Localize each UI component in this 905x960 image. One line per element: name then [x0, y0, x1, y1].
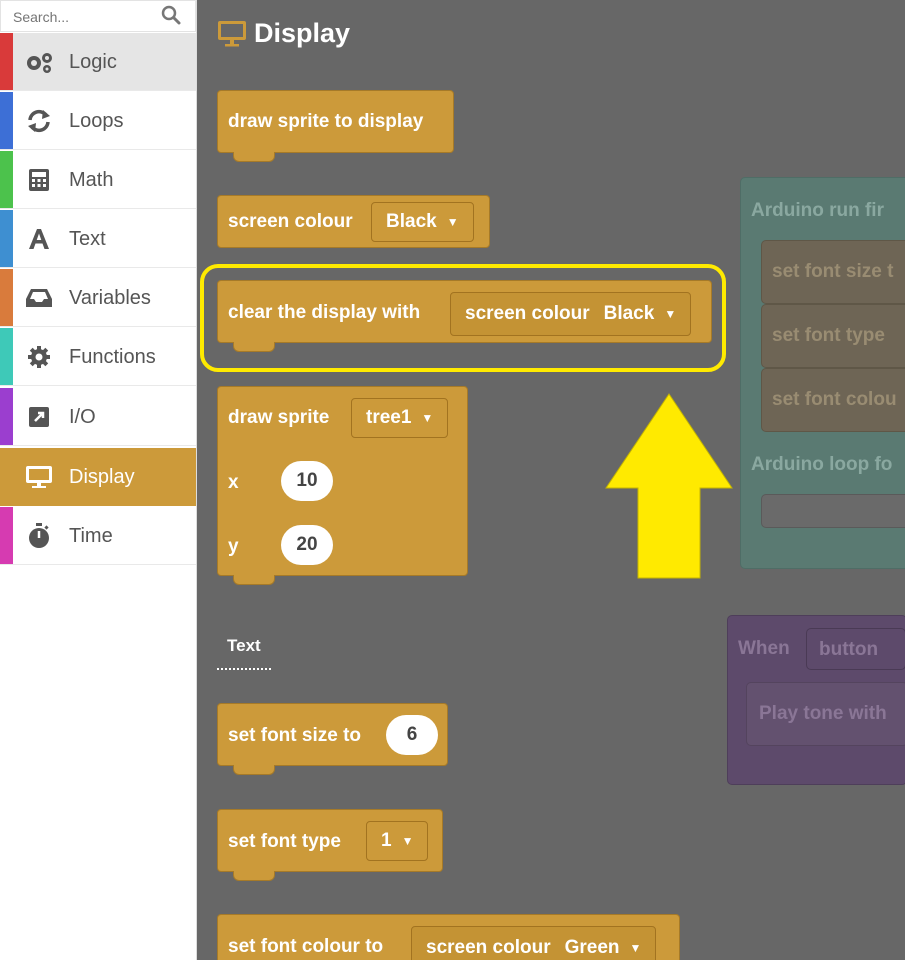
category-color-bar: [0, 507, 13, 564]
when-label: When: [738, 638, 790, 659]
ghost-set-font-colour-label: set font colou: [772, 389, 897, 410]
set-font-type-block[interactable]: set font type 1 ▼: [217, 809, 443, 872]
section-divider: [217, 668, 271, 670]
ghost-set-font-colour-block[interactable]: set font colou: [761, 368, 905, 432]
chevron-down-icon: ▼: [446, 215, 459, 229]
category-label: Time: [69, 525, 113, 547]
category-label: Variables: [69, 287, 151, 309]
block-notch: [233, 765, 275, 775]
font-type-dropdown[interactable]: 1 ▼: [366, 821, 429, 861]
draw-sprite-block[interactable]: draw sprite tree1 ▼ x 10 y 20: [217, 386, 468, 576]
set-font-colour-block[interactable]: set font colour to screen colour Green ▼: [217, 914, 680, 960]
category-logic[interactable]: Logic: [0, 33, 196, 91]
category-label: Math: [69, 169, 114, 191]
category-color-bar: [0, 33, 13, 90]
button-label: button: [819, 639, 879, 660]
block-label: draw sprite to display: [228, 111, 424, 132]
search-input[interactable]: [11, 3, 165, 31]
category-color-bar: [0, 328, 13, 385]
draw-sprite-to-display-block[interactable]: draw sprite to display: [217, 90, 454, 153]
screen-colour-block[interactable]: screen colour Green ▼: [411, 926, 657, 960]
block-label: screen colour: [426, 937, 551, 958]
arduino-loop-label: Arduino loop fo: [751, 454, 893, 475]
category-label: Display: [69, 466, 135, 488]
highlight-box: [200, 264, 726, 372]
chevron-down-icon[interactable]: ▼: [630, 941, 642, 955]
category-functions[interactable]: Functions: [0, 328, 196, 386]
arduino-run-label: Arduino run fir: [751, 200, 884, 221]
category-color-bar: [0, 388, 13, 445]
ghost-button-dropdown[interactable]: button: [806, 628, 905, 670]
dropdown-value: tree1: [366, 407, 412, 428]
block-notch: [233, 575, 275, 585]
category-color-bar: [0, 210, 13, 267]
category-color-bar: [0, 448, 13, 506]
gear-icon: [24, 345, 54, 369]
category-label: Logic: [69, 51, 117, 73]
category-label: Text: [69, 228, 106, 250]
category-math[interactable]: Math: [0, 151, 196, 209]
chevron-down-icon: ▼: [421, 411, 434, 425]
font-icon: [24, 227, 54, 251]
block-label: set font colour to: [228, 936, 384, 957]
monitor-icon: [218, 21, 246, 47]
y-label: y: [228, 536, 239, 557]
block-label: set font size to: [228, 725, 362, 746]
ghost-set-font-size-label: set font size t: [772, 261, 894, 282]
ghost-empty-slot: [761, 494, 905, 528]
arduino-run-block[interactable]: Arduino run fir set font size t set font…: [740, 177, 905, 569]
ghost-set-font-size-block[interactable]: set font size t: [761, 240, 905, 304]
calculator-icon: [24, 168, 54, 192]
ghost-play-tone-block[interactable]: Play tone with: [746, 682, 905, 746]
stopwatch-icon: [24, 523, 54, 548]
dropdown-value: Black: [386, 211, 437, 232]
category-label: I/O: [69, 406, 96, 428]
block-label: screen colour: [228, 211, 353, 232]
font-size-input[interactable]: 6: [386, 715, 438, 755]
external-link-icon: [24, 405, 54, 429]
dropdown-value[interactable]: Green: [565, 937, 620, 959]
category-io[interactable]: I/O: [0, 388, 196, 446]
ghost-set-font-type-label: set font type: [772, 325, 885, 346]
dropdown-value: 1: [381, 830, 392, 851]
y-input[interactable]: 20: [281, 525, 333, 565]
category-color-bar: [0, 92, 13, 149]
x-label: x: [228, 472, 239, 493]
workspace-flyout: Arduino run fir set font size t set font…: [197, 0, 905, 960]
category-time[interactable]: Time: [0, 507, 196, 565]
screen-colour-block[interactable]: screen colour Black ▼: [217, 195, 490, 248]
screen-colour-dropdown[interactable]: Black ▼: [371, 202, 474, 242]
category-loops[interactable]: Loops: [0, 92, 196, 150]
gears-icon: [24, 50, 54, 74]
category-label: Loops: [69, 110, 124, 132]
search-box[interactable]: [0, 0, 196, 32]
search-icon[interactable]: [161, 5, 181, 25]
category-label: Functions: [69, 346, 156, 368]
ghost-set-font-type-block[interactable]: set font type: [761, 304, 905, 368]
category-color-bar: [0, 269, 13, 326]
when-button-block[interactable]: When button Play tone with: [727, 615, 905, 785]
block-label: set font type: [228, 831, 341, 852]
inbox-icon: [24, 286, 54, 310]
category-variables[interactable]: Variables: [0, 269, 196, 327]
block-label: draw sprite: [228, 407, 330, 428]
sprite-dropdown[interactable]: tree1 ▼: [351, 398, 449, 438]
block-notch: [233, 871, 275, 881]
chevron-down-icon: ▼: [401, 834, 414, 848]
category-text[interactable]: Text: [0, 210, 196, 268]
set-font-size-block[interactable]: set font size to 6: [217, 703, 448, 766]
category-color-bar: [0, 151, 13, 208]
x-input[interactable]: 10: [281, 461, 333, 501]
play-tone-label: Play tone with: [759, 703, 887, 724]
category-display[interactable]: Display: [0, 448, 196, 506]
up-arrow-icon: [605, 393, 733, 579]
refresh-icon: [24, 109, 54, 133]
category-sidebar: Logic Loops Math Text Variables Function…: [0, 0, 197, 960]
block-notch: [233, 152, 275, 162]
text-section-label: Text: [227, 636, 261, 655]
monitor-icon: [24, 465, 54, 489]
display-heading: Display: [254, 18, 351, 48]
